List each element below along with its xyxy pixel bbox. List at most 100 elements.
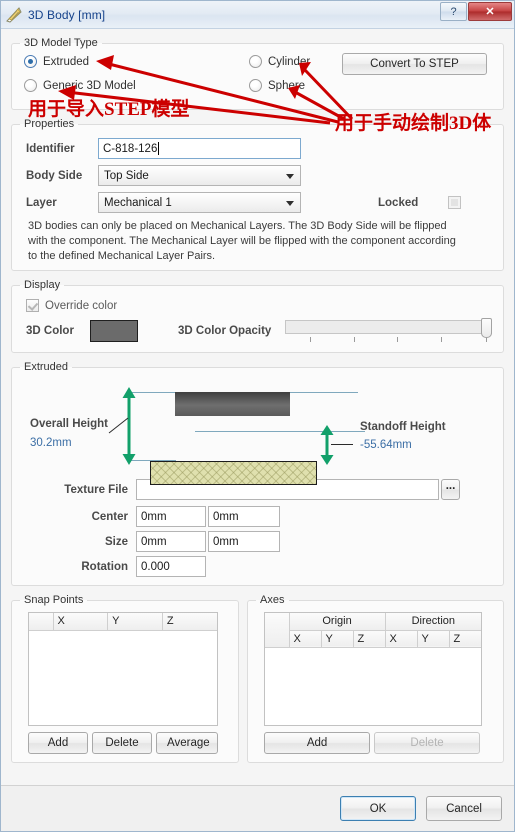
display-legend: Display — [24, 279, 61, 291]
texture-file-browse-button[interactable]: ... — [441, 479, 460, 500]
radio-cylinder-dot — [249, 55, 262, 68]
overall-height-label: Overall Height — [30, 418, 108, 430]
radio-generic-3d-model-dot — [24, 79, 37, 92]
body-side-select[interactable]: Top Side — [98, 165, 301, 186]
rotation-input[interactable]: 0.000 — [136, 556, 206, 577]
title-bar: 3D Body [mm] ? ✕ — [1, 1, 514, 29]
mid-extension-line — [195, 431, 365, 432]
snap-delete-button[interactable]: Delete — [92, 732, 152, 754]
color-row: 3D Color 3D Color Opacity — [26, 318, 495, 344]
axes-add-button[interactable]: Add — [264, 732, 371, 754]
radio-generic-3d-model-label: Generic 3D Model — [43, 79, 136, 92]
rotation-label: Rotation — [81, 560, 128, 573]
body-side-row: Body Side Top Side — [20, 165, 495, 186]
axes-col-direction-y[interactable]: Y — [417, 630, 450, 648]
3d-body-icon — [6, 6, 22, 23]
chevron-down-icon — [286, 173, 294, 179]
body-side-label: Body Side — [26, 169, 83, 182]
standoff-height-label: Standoff Height — [360, 421, 446, 433]
model-type-group: 3D Model Type Extruded Generic 3D Model … — [11, 37, 504, 110]
snap-points-buttons: Add Delete Average — [28, 732, 230, 754]
size-label: Size — [104, 535, 128, 548]
layer-value: Mechanical 1 — [104, 196, 172, 209]
layer-label: Layer — [26, 196, 57, 209]
dialog-footer: OK Cancel — [1, 785, 514, 831]
cancel-button[interactable]: Cancel — [426, 796, 502, 821]
3d-color-opacity-label: 3D Color Opacity — [178, 325, 272, 337]
snap-points-legend: Snap Points — [24, 594, 84, 606]
center-x-value: 0mm — [141, 510, 167, 523]
center-y-input[interactable]: 0mm — [208, 506, 280, 527]
axes-col-origin-x[interactable]: X — [289, 630, 322, 648]
slider-ticks — [285, 337, 492, 343]
help-button[interactable]: ? — [440, 2, 467, 21]
3d-color-swatch[interactable] — [90, 320, 138, 342]
override-color-row: Override color — [26, 299, 495, 312]
lists-row: Snap Points X Y Z Add Delete Average Axe… — [11, 594, 504, 763]
center-y-value: 0mm — [213, 510, 239, 523]
snap-points-table[interactable]: X Y Z — [28, 612, 218, 726]
radio-extruded-label: Extruded — [43, 55, 90, 68]
center-label: Center — [91, 510, 128, 523]
layer-select[interactable]: Mechanical 1 — [98, 192, 301, 213]
extruded-group: Extruded Overall Height 30.2mm Standoff … — [11, 361, 504, 586]
snap-points-group: Snap Points X Y Z Add Delete Average — [11, 594, 240, 763]
radio-cylinder-label: Cylinder — [268, 55, 311, 68]
body-side-value: Top Side — [104, 169, 149, 182]
axes-col-origin-z[interactable]: Z — [353, 630, 386, 648]
close-button[interactable]: ✕ — [468, 2, 512, 21]
3d-color-opacity-slider[interactable] — [285, 318, 493, 344]
display-group: Display Override color 3D Color 3D Color… — [11, 279, 504, 353]
size-x-input[interactable]: 0mm — [136, 531, 206, 552]
pcb-board-shape — [150, 461, 317, 485]
snap-points-header-row: X Y Z — [29, 613, 217, 631]
properties-hint: 3D bodies can only be placed on Mechanic… — [28, 220, 456, 262]
properties-group: Properties Identifier C-818-126 Body Sid… — [11, 118, 504, 271]
size-row: Size 0mm 0mm — [20, 531, 495, 552]
identifier-row: Identifier C-818-126 — [20, 138, 495, 159]
standoff-height-value: -55.64mm — [360, 439, 412, 451]
snap-col-blank — [29, 613, 54, 631]
locked-checkbox[interactable] — [448, 196, 462, 209]
component-body-shape — [175, 392, 290, 416]
center-row: Center 0mm 0mm — [20, 506, 495, 527]
standoff-height-arrow — [320, 425, 334, 465]
axes-table[interactable]: Origin Direction X Y Z X Y Z — [264, 612, 483, 726]
snap-add-button[interactable]: Add — [28, 732, 88, 754]
dialog-body: 3D Model Type Extruded Generic 3D Model … — [1, 29, 514, 785]
radio-generic-3d-model[interactable]: Generic 3D Model — [24, 79, 136, 92]
ok-button[interactable]: OK — [340, 796, 416, 821]
axes-col-direction-z[interactable]: Z — [449, 630, 482, 648]
convert-to-step-button[interactable]: Convert To STEP — [342, 53, 487, 75]
snap-col-z[interactable]: Z — [162, 613, 217, 631]
override-color-checkbox[interactable] — [26, 299, 39, 312]
radio-extruded-dot — [24, 55, 37, 68]
radio-sphere-dot — [249, 79, 262, 92]
radio-cylinder[interactable]: Cylinder — [249, 55, 310, 68]
size-y-value: 0mm — [213, 535, 239, 548]
center-x-input[interactable]: 0mm — [136, 506, 206, 527]
identifier-input-value: C-818-126 — [103, 142, 158, 155]
snap-col-x[interactable]: X — [53, 613, 109, 631]
layer-row: Layer Mechanical 1 Locked — [20, 192, 495, 213]
axes-col-direction-x[interactable]: X — [385, 630, 418, 648]
rotation-value: 0.000 — [141, 560, 170, 573]
identifier-input[interactable]: C-818-126 — [98, 138, 301, 159]
dialog-window: 3D Body [mm] ? ✕ 3D Model Type Extruded … — [0, 0, 515, 832]
size-y-input[interactable]: 0mm — [208, 531, 280, 552]
slider-thumb[interactable] — [481, 318, 493, 338]
axes-legend: Axes — [260, 594, 285, 606]
window-buttons: ? ✕ — [440, 2, 512, 21]
3d-color-label: 3D Color — [26, 325, 74, 337]
radio-sphere-label: Sphere — [268, 79, 306, 92]
axes-group-direction: Direction — [385, 613, 482, 631]
properties-legend: Properties — [24, 118, 75, 130]
axes-sub-header-row: X Y Z X Y Z — [265, 630, 482, 648]
radio-sphere[interactable]: Sphere — [249, 79, 305, 92]
axes-col-origin-y[interactable]: Y — [321, 630, 354, 648]
text-caret — [158, 142, 160, 155]
radio-extruded[interactable]: Extruded — [24, 55, 89, 68]
snap-col-y[interactable]: Y — [107, 613, 163, 631]
snap-average-button[interactable]: Average — [156, 732, 218, 754]
extruded-legend: Extruded — [24, 361, 69, 373]
